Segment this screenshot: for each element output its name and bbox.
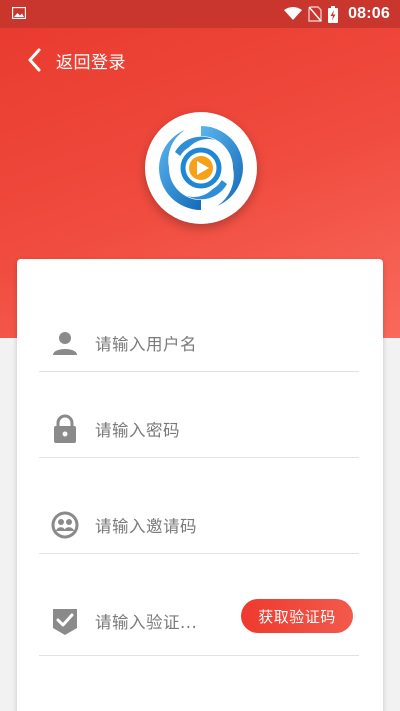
chevron-left-icon bbox=[28, 48, 41, 72]
register-form-card: 请输入用户名 请输入密码 请输入邀请码 请输入验证... 获取验证码 bbox=[17, 259, 383, 711]
username-field[interactable]: 请输入用户名 bbox=[39, 315, 359, 372]
user-icon bbox=[51, 329, 79, 357]
wifi-icon bbox=[284, 7, 303, 20]
status-time: 08:06 bbox=[348, 5, 390, 22]
no-sim-icon bbox=[308, 6, 322, 22]
gallery-notification-icon bbox=[12, 7, 26, 19]
back-to-login-button[interactable]: 返回登录 bbox=[26, 44, 126, 76]
password-placeholder: 请输入密码 bbox=[95, 421, 180, 440]
invite-people-icon bbox=[51, 511, 79, 539]
invite-code-placeholder: 请输入邀请码 bbox=[95, 517, 197, 536]
password-field[interactable]: 请输入密码 bbox=[39, 401, 359, 458]
lock-icon bbox=[51, 414, 79, 443]
swirl-play-logo-icon bbox=[159, 126, 243, 210]
register-screen: 08:06 返回登录 请输入用户名 请输入密码 请输入邀请码 请输入验证... … bbox=[0, 0, 400, 711]
battery-charging-icon bbox=[328, 5, 339, 23]
back-to-login-label: 返回登录 bbox=[56, 52, 126, 73]
verification-code-placeholder: 请输入验证... bbox=[95, 613, 198, 632]
status-icons: 08:06 bbox=[284, 0, 390, 28]
username-placeholder: 请输入用户名 bbox=[95, 335, 197, 354]
get-code-button[interactable]: 获取验证码 bbox=[241, 599, 353, 633]
app-logo bbox=[145, 112, 257, 224]
invite-code-field[interactable]: 请输入邀请码 bbox=[39, 497, 359, 554]
status-bar: 08:06 bbox=[0, 0, 400, 28]
shield-check-icon bbox=[51, 607, 79, 635]
